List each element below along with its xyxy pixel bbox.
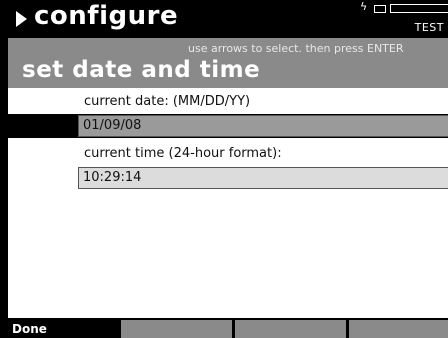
mode-indicator: TEST — [414, 21, 444, 34]
device-screen: configure ϟ TEST use arrows to select. t… — [8, 0, 448, 338]
play-arrow-icon — [16, 11, 27, 27]
status-icons: ϟ — [360, 0, 448, 14]
charging-bolt-icon: ϟ — [360, 0, 368, 13]
title-bar: configure ϟ TEST — [8, 0, 448, 38]
instruction-hint: use arrows to select. then press ENTER — [188, 42, 404, 55]
done-button[interactable]: Done — [8, 320, 118, 338]
page-heading: set date and time — [22, 57, 261, 83]
time-label: current time (24-hour format): — [84, 146, 282, 161]
screen-title: configure — [34, 1, 179, 31]
date-field[interactable]: 01/09/08 — [78, 115, 448, 137]
battery-icon — [390, 4, 448, 13]
plug-icon — [374, 5, 386, 13]
time-field[interactable]: 10:29:14 — [78, 167, 448, 189]
date-label: current date: (MM/DD/YY) — [84, 94, 251, 109]
softkey-2[interactable] — [121, 320, 232, 338]
softkey-4[interactable] — [349, 320, 448, 338]
section-header: use arrows to select. then press ENTER s… — [8, 38, 448, 88]
softkey-3[interactable] — [235, 320, 346, 338]
softkey-bar: Done — [8, 318, 448, 338]
